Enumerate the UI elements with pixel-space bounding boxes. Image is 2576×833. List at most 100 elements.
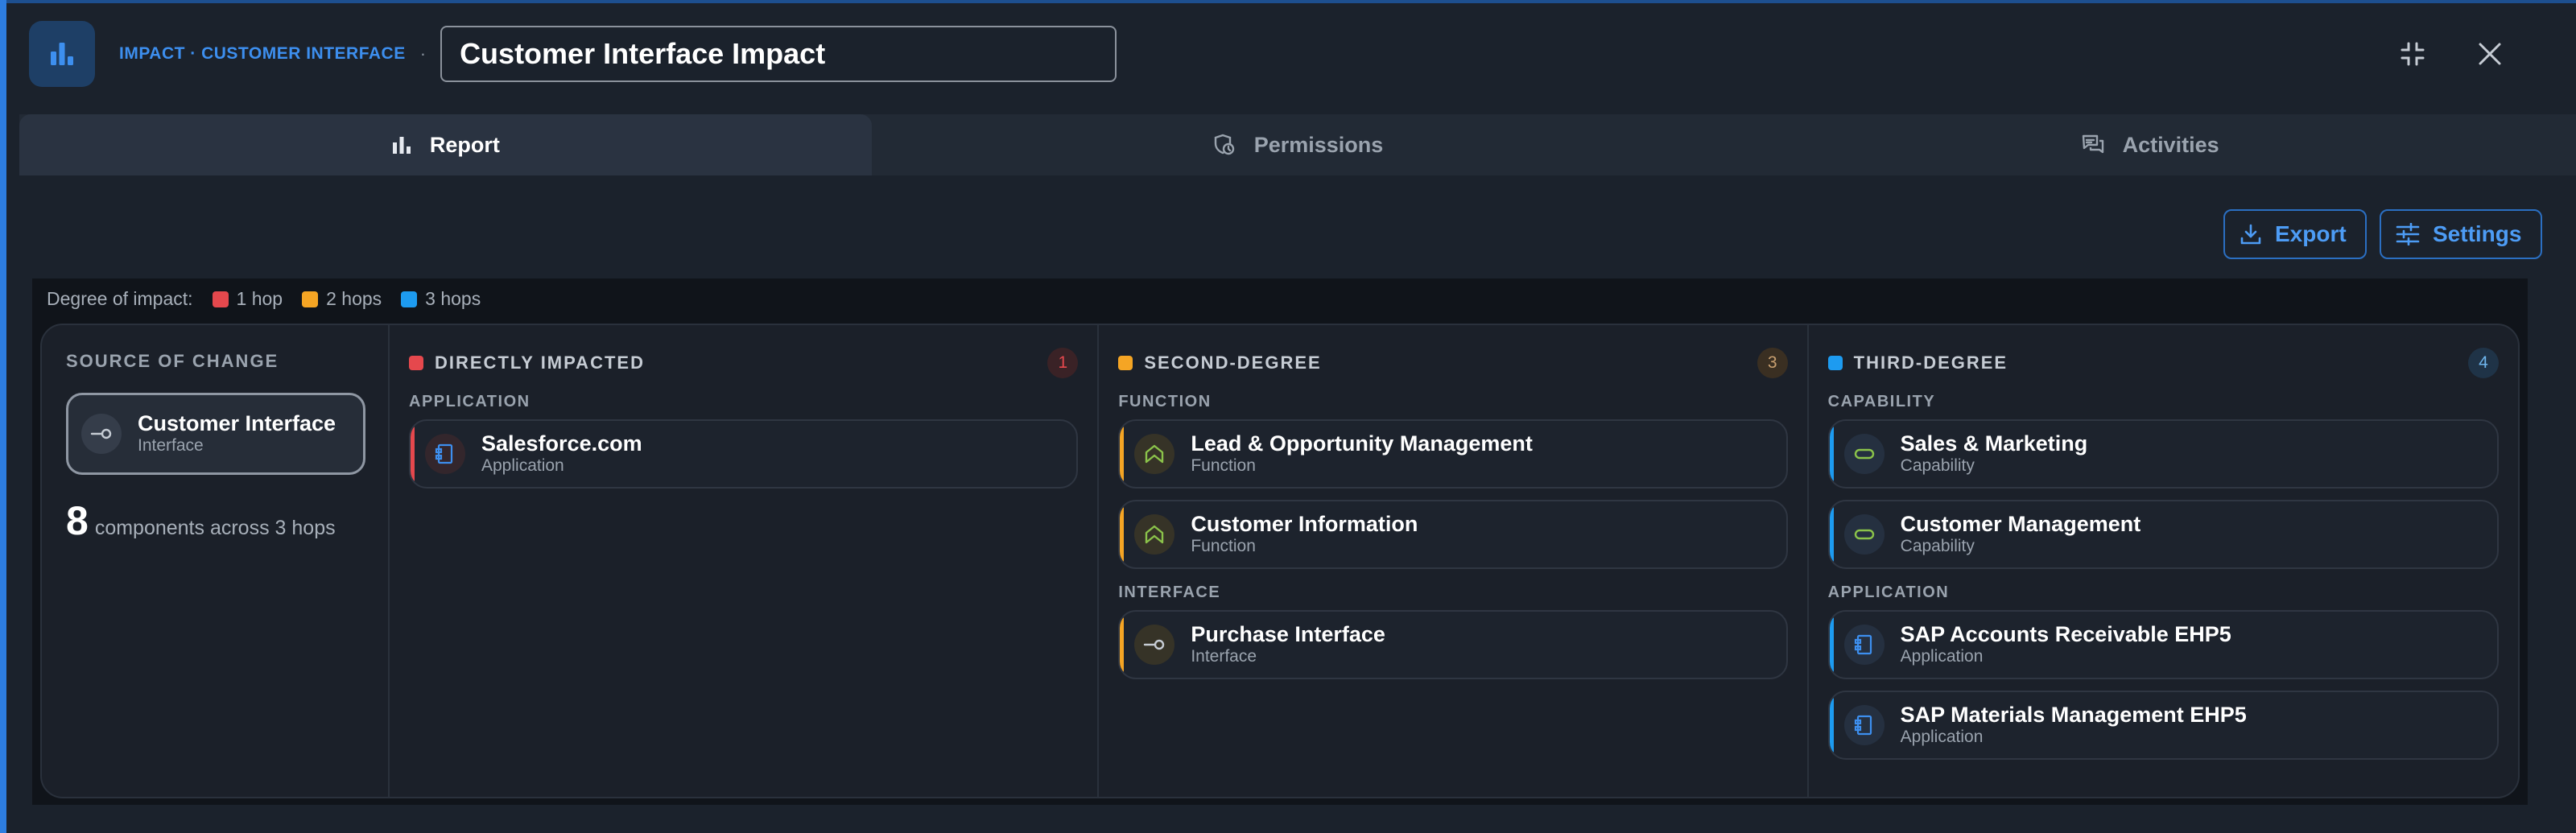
legend-item-2-hops: 2 hops — [302, 288, 382, 310]
impact-card[interactable]: SAP Materials Management EHP5 Applicatio… — [1827, 691, 2499, 760]
impact-card[interactable]: SAP Accounts Receivable EHP5 Application — [1827, 610, 2499, 679]
tab-permissions[interactable]: Permissions — [872, 114, 1724, 175]
group-label: INTERFACE — [1118, 584, 1221, 601]
capability-icon — [1843, 514, 1885, 555]
degree-stripe — [1829, 697, 1834, 753]
impact-card[interactable]: Lead & Opportunity Management Function — [1118, 419, 1788, 489]
column-header: SECOND-DEGREE 3 — [1118, 348, 1788, 378]
group-label: FUNCTION — [1118, 393, 1212, 410]
source-type: Interface — [138, 436, 204, 455]
interface-icon — [1134, 625, 1175, 665]
legend-item-1-hop: 1 hop — [212, 288, 283, 310]
shield-clock-icon — [1214, 134, 1234, 155]
capability-icon — [1843, 434, 1885, 474]
third-degree-column: THIRD-DEGREE 4 CAPABILITY Sales & Market… — [1809, 325, 2518, 797]
card-type: Interface — [1191, 647, 1257, 666]
card-title: SAP Materials Management EHP5 — [1900, 703, 2247, 727]
settings-button[interactable]: Settings — [2380, 209, 2542, 259]
column-header: DIRECTLY IMPACTED 1 — [409, 348, 1079, 378]
bar-chart-icon — [392, 137, 411, 154]
degree-stripe — [1120, 617, 1125, 673]
breadcrumb-separator: · — [419, 43, 427, 64]
source-column: SOURCE OF CHANGE Customer Interface Inte… — [42, 325, 390, 797]
header: IMPACT · CUSTOMER INTERFACE · Customer I… — [29, 21, 2541, 87]
card-type: Application — [481, 456, 564, 475]
card-title: SAP Accounts Receivable EHP5 — [1900, 622, 2231, 646]
column-title: SECOND-DEGREE — [1144, 353, 1322, 373]
export-button[interactable]: Export — [2223, 209, 2367, 259]
export-label: Export — [2275, 221, 2347, 246]
column-header: THIRD-DEGREE 4 — [1827, 348, 2499, 378]
impact-card[interactable]: Customer Information Function — [1118, 500, 1788, 569]
collapse-icon — [2401, 42, 2425, 66]
sliders-icon — [2396, 223, 2420, 245]
card-type: Capability — [1900, 537, 1975, 555]
card-title: Salesforce.com — [481, 431, 642, 456]
download-icon — [2240, 224, 2261, 245]
degree-stripe — [1120, 426, 1125, 482]
legend-label: 1 hop — [236, 288, 283, 309]
legend-item-3-hops: 3 hops — [401, 288, 481, 310]
legend-title: Degree of impact: — [47, 288, 193, 309]
interface-icon — [81, 414, 122, 454]
column-count-badge: 1 — [1047, 348, 1079, 378]
legend: Degree of impact: 1 hop 2 hops 3 hops — [47, 288, 481, 310]
column-count-badge: 3 — [1757, 348, 1788, 378]
column-title: DIRECTLY IMPACTED — [435, 353, 645, 373]
legend-swatch — [302, 291, 319, 307]
degree-stripe — [1829, 506, 1834, 563]
close-button[interactable] — [2468, 32, 2512, 76]
card-type: Function — [1191, 537, 1256, 555]
tab-bar: Report Permissions Activities — [19, 114, 2576, 175]
impact-card[interactable]: Purchase Interface Interface — [1118, 610, 1788, 679]
column-title: THIRD-DEGREE — [1853, 353, 2008, 373]
application-icon — [1843, 625, 1885, 665]
component-count-value: 8 — [66, 498, 89, 543]
card-title: Sales & Marketing — [1900, 431, 2088, 456]
tab-report[interactable]: Report — [19, 114, 872, 175]
card-type: Application — [1900, 728, 1984, 746]
group-label: APPLICATION — [1827, 584, 1950, 601]
window-accent-bar — [0, 0, 6, 833]
card-type: Capability — [1900, 456, 1975, 475]
degree-stripe — [1120, 506, 1125, 563]
column-count-badge: 4 — [2467, 348, 2499, 378]
tab-activities[interactable]: Activities — [1724, 114, 2576, 175]
impact-card[interactable]: Customer Management Capability — [1827, 500, 2499, 569]
card-title: Customer Management — [1900, 512, 2141, 536]
group-label: CAPABILITY — [1827, 393, 1936, 410]
impact-card[interactable]: Salesforce.com Application — [409, 419, 1079, 489]
legend-label: 3 hops — [425, 288, 481, 309]
tab-label: Report — [429, 132, 500, 157]
card-type: Function — [1191, 456, 1256, 475]
function-icon — [1134, 434, 1175, 474]
source-name: Customer Interface — [138, 411, 336, 435]
card-title: Lead & Opportunity Management — [1191, 431, 1533, 456]
degree-dot — [1118, 356, 1133, 370]
bar-chart-icon — [29, 21, 95, 87]
settings-label: Settings — [2433, 221, 2522, 246]
card-title: Customer Information — [1191, 512, 1418, 536]
impact-card[interactable]: Sales & Marketing Capability — [1827, 419, 2499, 489]
impact-grid: SOURCE OF CHANGE Customer Interface Inte… — [40, 324, 2520, 798]
legend-label: 2 hops — [326, 288, 382, 309]
application-icon — [425, 434, 465, 474]
group-label: APPLICATION — [409, 393, 530, 410]
breadcrumb[interactable]: IMPACT · CUSTOMER INTERFACE — [119, 44, 406, 64]
impact-report: Degree of impact: 1 hop 2 hops 3 hops SO… — [32, 278, 2528, 805]
tab-label: Permissions — [1253, 132, 1384, 157]
source-card[interactable]: Customer Interface Interface — [66, 393, 365, 475]
application-icon — [1843, 705, 1885, 745]
directly-impacted-column: DIRECTLY IMPACTED 1 APPLICATION Salesfor… — [390, 325, 1100, 797]
degree-dot — [1827, 356, 1843, 370]
function-icon — [1134, 514, 1175, 555]
collapse-button[interactable] — [2391, 32, 2434, 76]
legend-swatch — [212, 291, 229, 307]
component-count: 8 components across 3 hops — [66, 497, 364, 544]
degree-stripe — [1829, 617, 1834, 673]
title-input[interactable]: Customer Interface Impact — [440, 26, 1117, 82]
component-count-label: components across 3 hops — [94, 517, 336, 539]
degree-stripe — [1829, 426, 1834, 482]
card-type: Application — [1900, 647, 1984, 666]
degree-dot — [409, 356, 423, 370]
